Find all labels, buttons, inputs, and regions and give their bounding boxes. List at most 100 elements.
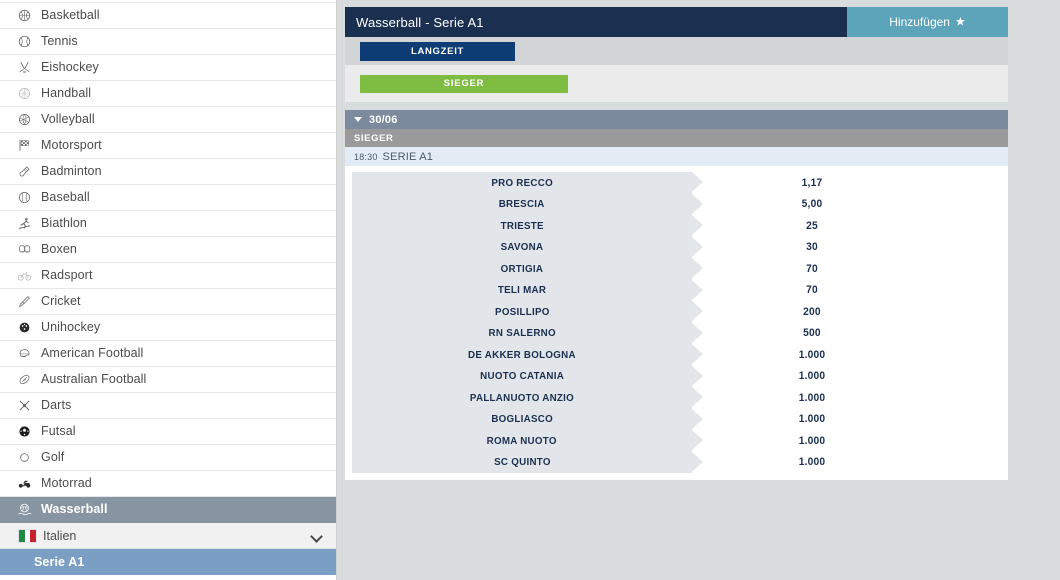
- outcome-odd-value[interactable]: 70: [742, 284, 882, 296]
- outcome-team-label: BRESCIA: [499, 198, 545, 211]
- outcome-odd-value[interactable]: 1.000: [742, 435, 882, 447]
- sidebar-country-label: Italien: [43, 528, 77, 543]
- outcome-name-cell: DE AKKER BOLOGNA: [352, 344, 703, 366]
- sidebar-item-motorsport[interactable]: Motorsport: [0, 133, 336, 159]
- outcome-odd-value[interactable]: 25: [742, 220, 882, 232]
- outcome-team-label: BOGLIASCO: [491, 413, 553, 426]
- sidebar-item-futsal[interactable]: Futsal: [0, 419, 336, 445]
- sidebar-item-eishockey[interactable]: Eishockey: [0, 55, 336, 81]
- outcome-odd-value[interactable]: 70: [742, 263, 882, 275]
- outcome-name-cell: TELI MAR: [352, 279, 703, 301]
- sidebar-item-basketball[interactable]: Basketball: [0, 3, 336, 29]
- outcome-row[interactable]: BRESCIA 5,00: [345, 193, 1008, 215]
- sidebar-country-italien[interactable]: Italien: [0, 523, 336, 549]
- outcome-row[interactable]: PALLANUOTO ANZIO 1.000: [345, 387, 1008, 409]
- outcome-team-label: POSILLIPO: [494, 305, 550, 318]
- tab-langzeit[interactable]: LANGZEIT: [360, 41, 515, 61]
- outcome-row[interactable]: NUOTO CATANIA 1.000: [345, 365, 1008, 387]
- outcome-odd-value[interactable]: 1.000: [742, 370, 882, 382]
- sidebar-item-volleyball[interactable]: Volleyball: [0, 107, 336, 133]
- outcome-row[interactable]: SC QUINTO 1.000: [345, 451, 1008, 473]
- add-favourite-label: Hinzufügen: [889, 15, 950, 29]
- outcome-odd-value[interactable]: 1.000: [742, 349, 882, 361]
- sidebar-item-motorrad[interactable]: Motorrad: [0, 471, 336, 497]
- event-time: 18:30: [354, 151, 378, 162]
- outcome-team-label: SC QUINTO: [493, 456, 551, 469]
- sidebar-item-label: Boxen: [41, 242, 77, 257]
- outcome-name-cell: SC QUINTO: [352, 451, 703, 473]
- sidebar-item-golf[interactable]: Golf: [0, 445, 336, 471]
- sidebar-league-serie-a1[interactable]: Serie A1: [0, 549, 336, 575]
- darts-icon: [14, 397, 34, 415]
- sidebar-item-boxen[interactable]: Boxen: [0, 237, 336, 263]
- outcome-row[interactable]: ROMA NUOTO 1.000: [345, 430, 1008, 452]
- sidebar-item-label: Unihockey: [41, 320, 101, 335]
- cricket-bat-icon: [14, 293, 34, 311]
- outcome-row[interactable]: PRO RECCO 1,17: [345, 172, 1008, 194]
- outcome-row[interactable]: DE AKKER BOLOGNA 1.000: [345, 344, 1008, 366]
- sidebar-item-label: Australian Football: [41, 372, 147, 387]
- italy-flag-icon: [19, 529, 37, 542]
- triangle-down-icon: [354, 117, 362, 122]
- outcome-name-cell: ORTIGIA: [352, 258, 703, 280]
- sidebar-item-label: Eishockey: [41, 60, 99, 75]
- outcome-row[interactable]: POSILLIPO 200: [345, 301, 1008, 323]
- event-header[interactable]: 18:30 SERIE A1: [345, 147, 1008, 166]
- outcome-name-cell: ROMA NUOTO: [352, 430, 703, 452]
- star-icon: ★: [954, 14, 966, 29]
- outcome-odd-value[interactable]: 1,17: [742, 177, 882, 189]
- handball-icon: [14, 85, 34, 103]
- sidebar-item-cricket[interactable]: Cricket: [0, 289, 336, 315]
- outcome-row[interactable]: ORTIGIA 70: [345, 258, 1008, 280]
- outcome-odd-value[interactable]: 5,00: [742, 198, 882, 210]
- sidebar-item-label: Baseball: [41, 190, 90, 205]
- sidebar-item-american-football[interactable]: American Football: [0, 341, 336, 367]
- sidebar-item-badminton[interactable]: Badminton: [0, 159, 336, 185]
- american-football-helmet-icon: [14, 345, 34, 363]
- outcome-team-label: PALLANUOTO ANZIO: [469, 391, 575, 404]
- sidebar-item-australian-football[interactable]: Australian Football: [0, 367, 336, 393]
- event-name: SERIE A1: [382, 150, 434, 163]
- outcome-row[interactable]: SAVONA 30: [345, 236, 1008, 258]
- sidebar-item-darts[interactable]: Darts: [0, 393, 336, 419]
- sidebar-item-unihockey[interactable]: Unihockey: [0, 315, 336, 341]
- waterpolo-icon: [14, 501, 34, 519]
- market-header-label: SIEGER: [354, 132, 394, 144]
- sidebar-item-biathlon[interactable]: Biathlon: [0, 211, 336, 237]
- date-group-label: 30/06: [369, 113, 398, 126]
- date-group-header[interactable]: 30/06: [345, 110, 1008, 129]
- outcome-odd-value[interactable]: 1.000: [742, 413, 882, 425]
- outcome-team-label: TELI MAR: [497, 284, 547, 297]
- tab-sieger[interactable]: SIEGER: [360, 74, 568, 93]
- sidebar-item-baseball[interactable]: Baseball: [0, 185, 336, 211]
- sidebar-item-handball[interactable]: Handball: [0, 81, 336, 107]
- outcome-odd-value[interactable]: 30: [742, 241, 882, 253]
- outcome-row[interactable]: BOGLIASCO 1.000: [345, 408, 1008, 430]
- sidebar-item-radsport[interactable]: Radsport: [0, 263, 336, 289]
- tennis-ball-icon: [14, 33, 34, 51]
- sports-sidebar: Basketball Tennis Eishockey Handball Volleyb…: [0, 0, 337, 580]
- badminton-shuttlecock-icon: [14, 163, 34, 181]
- sidebar-item-label: Wasserball: [41, 502, 108, 517]
- outcome-name-cell: PRO RECCO: [352, 172, 703, 194]
- outcome-row[interactable]: TELI MAR 70: [345, 279, 1008, 301]
- sidebar-item-label: Tennis: [41, 34, 78, 49]
- outcome-odd-value[interactable]: 1.000: [742, 456, 882, 468]
- outcome-row[interactable]: RN SALERNO 500: [345, 322, 1008, 344]
- sidebar-item-wasserball[interactable]: Wasserball: [0, 497, 336, 523]
- chevron-down-icon[interactable]: [310, 529, 324, 543]
- add-favourite-button[interactable]: Hinzufügen ★: [847, 7, 1008, 37]
- outcome-odd-value[interactable]: 500: [742, 327, 882, 339]
- sidebar-league-label: Serie A1: [34, 555, 85, 569]
- basketball-icon: [14, 7, 34, 25]
- golf-ball-icon: [14, 449, 34, 467]
- baseball-icon: [14, 189, 34, 207]
- sidebar-item-label: Darts: [41, 398, 72, 413]
- sidebar-item-tennis[interactable]: Tennis: [0, 29, 336, 55]
- sidebar-item-label: Motorsport: [41, 138, 102, 153]
- outcome-row[interactable]: TRIESTE 25: [345, 215, 1008, 237]
- outcome-odd-value[interactable]: 200: [742, 306, 882, 318]
- checkered-flag-icon: [14, 137, 34, 155]
- volleyball-icon: [14, 111, 34, 129]
- outcome-odd-value[interactable]: 1.000: [742, 392, 882, 404]
